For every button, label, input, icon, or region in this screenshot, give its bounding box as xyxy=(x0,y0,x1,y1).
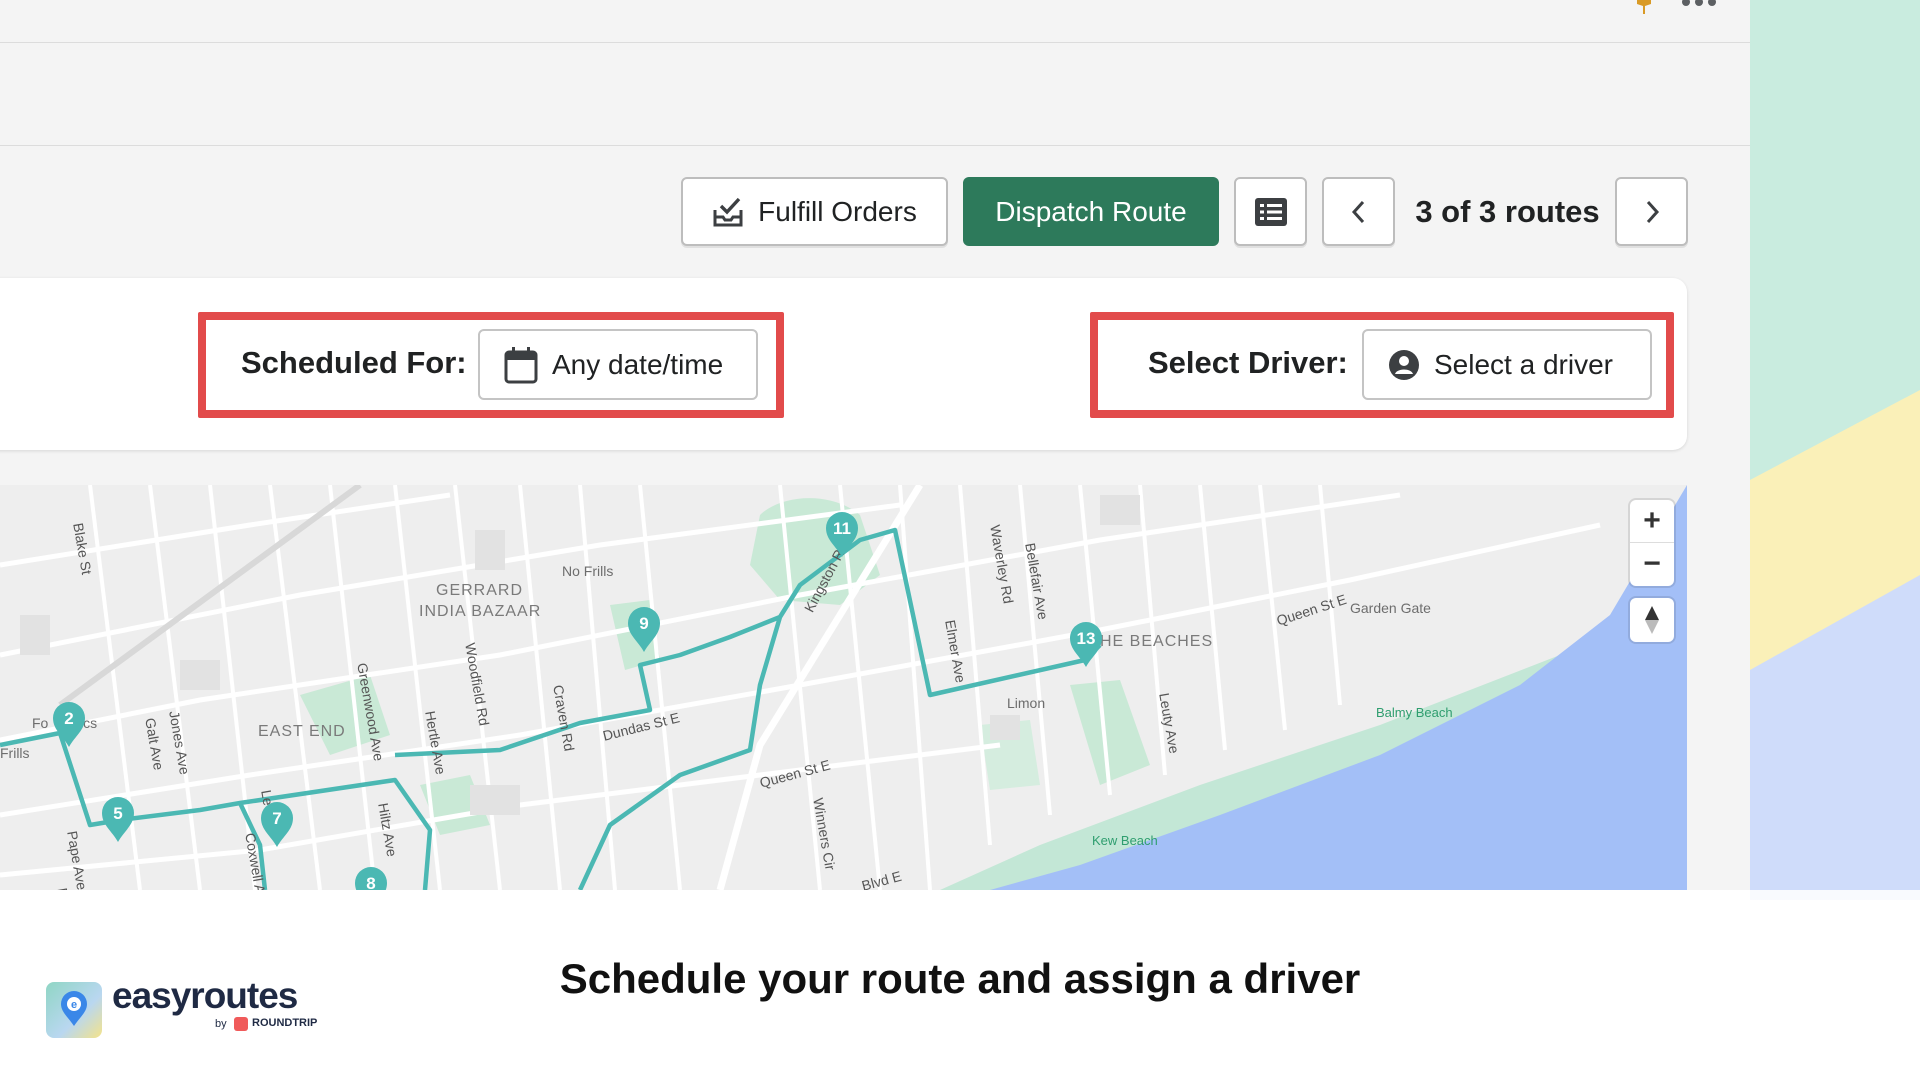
chevron-left-icon xyxy=(1351,200,1364,223)
tagline: Schedule your route and assign a driver xyxy=(559,955,1361,1002)
stop-marker[interactable]: 13 xyxy=(1067,620,1105,668)
fulfill-orders-button[interactable]: Fulfill Orders xyxy=(681,177,948,246)
date-time-picker[interactable]: Any date/time xyxy=(478,329,758,400)
previous-route-button[interactable] xyxy=(1322,177,1395,246)
driver-picker[interactable]: Select a driver xyxy=(1362,329,1652,400)
zoom-controls: + − xyxy=(1630,500,1674,586)
top-bar xyxy=(0,0,1750,43)
area-label: INDIA BAZAAR xyxy=(419,603,542,620)
pin-icon[interactable] xyxy=(1633,0,1655,14)
place-label: Kew Beach xyxy=(1092,833,1158,848)
compass-icon xyxy=(1645,606,1659,634)
zoom-in-button[interactable]: + xyxy=(1630,500,1674,543)
divider xyxy=(0,145,1750,146)
next-route-button[interactable] xyxy=(1615,177,1688,246)
stop-number: 8 xyxy=(366,874,376,890)
place-label: Limon xyxy=(1007,695,1046,711)
app-panel: Fulfill Orders Dispatch Route 3 of 3 rou… xyxy=(0,0,1750,890)
stop-marker[interactable]: 11 xyxy=(823,510,861,558)
decorative-stripe xyxy=(1750,0,1920,900)
compass-button[interactable] xyxy=(1630,598,1674,642)
stop-number: 9 xyxy=(639,614,649,633)
scheduled-for-label: Scheduled For: xyxy=(241,345,467,380)
list-view-button[interactable] xyxy=(1234,177,1307,246)
stop-number: 11 xyxy=(833,519,851,538)
zoom-out-button[interactable]: − xyxy=(1630,543,1674,586)
more-actions-icon[interactable] xyxy=(1682,0,1716,10)
calendar-icon xyxy=(504,346,538,383)
date-time-value: Any date/time xyxy=(552,348,724,380)
place-label: Balmy Beach xyxy=(1376,705,1453,720)
stop-number: 7 xyxy=(272,809,282,828)
area-label: HE BEACHES xyxy=(1100,633,1214,650)
dispatch-route-button[interactable]: Dispatch Route xyxy=(963,177,1219,246)
chevron-right-icon xyxy=(1646,200,1659,223)
dispatch-route-label: Dispatch Route xyxy=(995,195,1187,227)
area-label: GERRARD xyxy=(436,582,524,599)
stop-number: 5 xyxy=(113,804,123,823)
fulfill-orders-label: Fulfill Orders xyxy=(758,195,917,227)
stop-marker[interactable]: 2 xyxy=(50,700,88,748)
person-icon xyxy=(1389,349,1419,380)
checkbox-tray-icon xyxy=(713,197,743,226)
place-label: Fo xyxy=(32,715,49,731)
list-icon xyxy=(1254,197,1287,226)
stop-number: 13 xyxy=(1076,629,1096,648)
stop-marker[interactable]: 8 xyxy=(352,865,390,890)
area-label: EAST END xyxy=(258,723,346,740)
driver-value: Select a driver xyxy=(1434,348,1613,380)
select-driver-label: Select Driver: xyxy=(1148,345,1348,380)
roundtrip-icon xyxy=(234,1017,248,1031)
brand-by: by xyxy=(215,1018,227,1030)
place-label: Frills xyxy=(0,745,30,761)
stop-marker[interactable]: 9 xyxy=(625,605,663,653)
stop-marker[interactable]: 7 xyxy=(258,800,296,848)
route-count: 3 of 3 routes xyxy=(1415,193,1600,229)
route-map[interactable]: GERRARD INDIA BAZAAR EAST END HE BEACHES… xyxy=(0,485,1687,890)
place-label: No Frills xyxy=(562,563,614,579)
stop-number: 2 xyxy=(64,709,74,728)
partner-name: ROUNDTRIP xyxy=(252,1017,318,1029)
place-label: Garden Gate xyxy=(1350,600,1431,616)
stop-marker[interactable]: 5 xyxy=(99,795,137,843)
